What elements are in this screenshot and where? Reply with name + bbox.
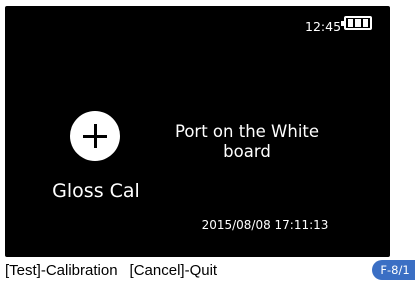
plus-vertical-stroke bbox=[93, 124, 97, 148]
test-calibration-hint: [Test]-Calibration bbox=[5, 262, 118, 279]
cancel-quit-hint: [Cancel]-Quit bbox=[129, 262, 218, 279]
clock: 12:45 bbox=[305, 19, 342, 34]
device-screen: 12:45 Gloss Cal Port on the White board … bbox=[5, 6, 390, 257]
battery-cell bbox=[348, 19, 354, 27]
gloss-cal-label: Gloss Cal bbox=[52, 180, 140, 202]
instruction-message: Port on the White board bbox=[174, 122, 320, 161]
battery-cell bbox=[355, 19, 361, 27]
datetime-readout: 2015/08/08 17:11:13 bbox=[201, 218, 329, 232]
plus-circle-icon[interactable] bbox=[70, 111, 120, 161]
page-code-badge: F-8/1 bbox=[372, 260, 415, 280]
battery-cell bbox=[362, 19, 368, 27]
key-hints-bar: [Test]-Calibration [Cancel]-Quit bbox=[5, 262, 217, 280]
battery-full-icon bbox=[341, 16, 372, 30]
